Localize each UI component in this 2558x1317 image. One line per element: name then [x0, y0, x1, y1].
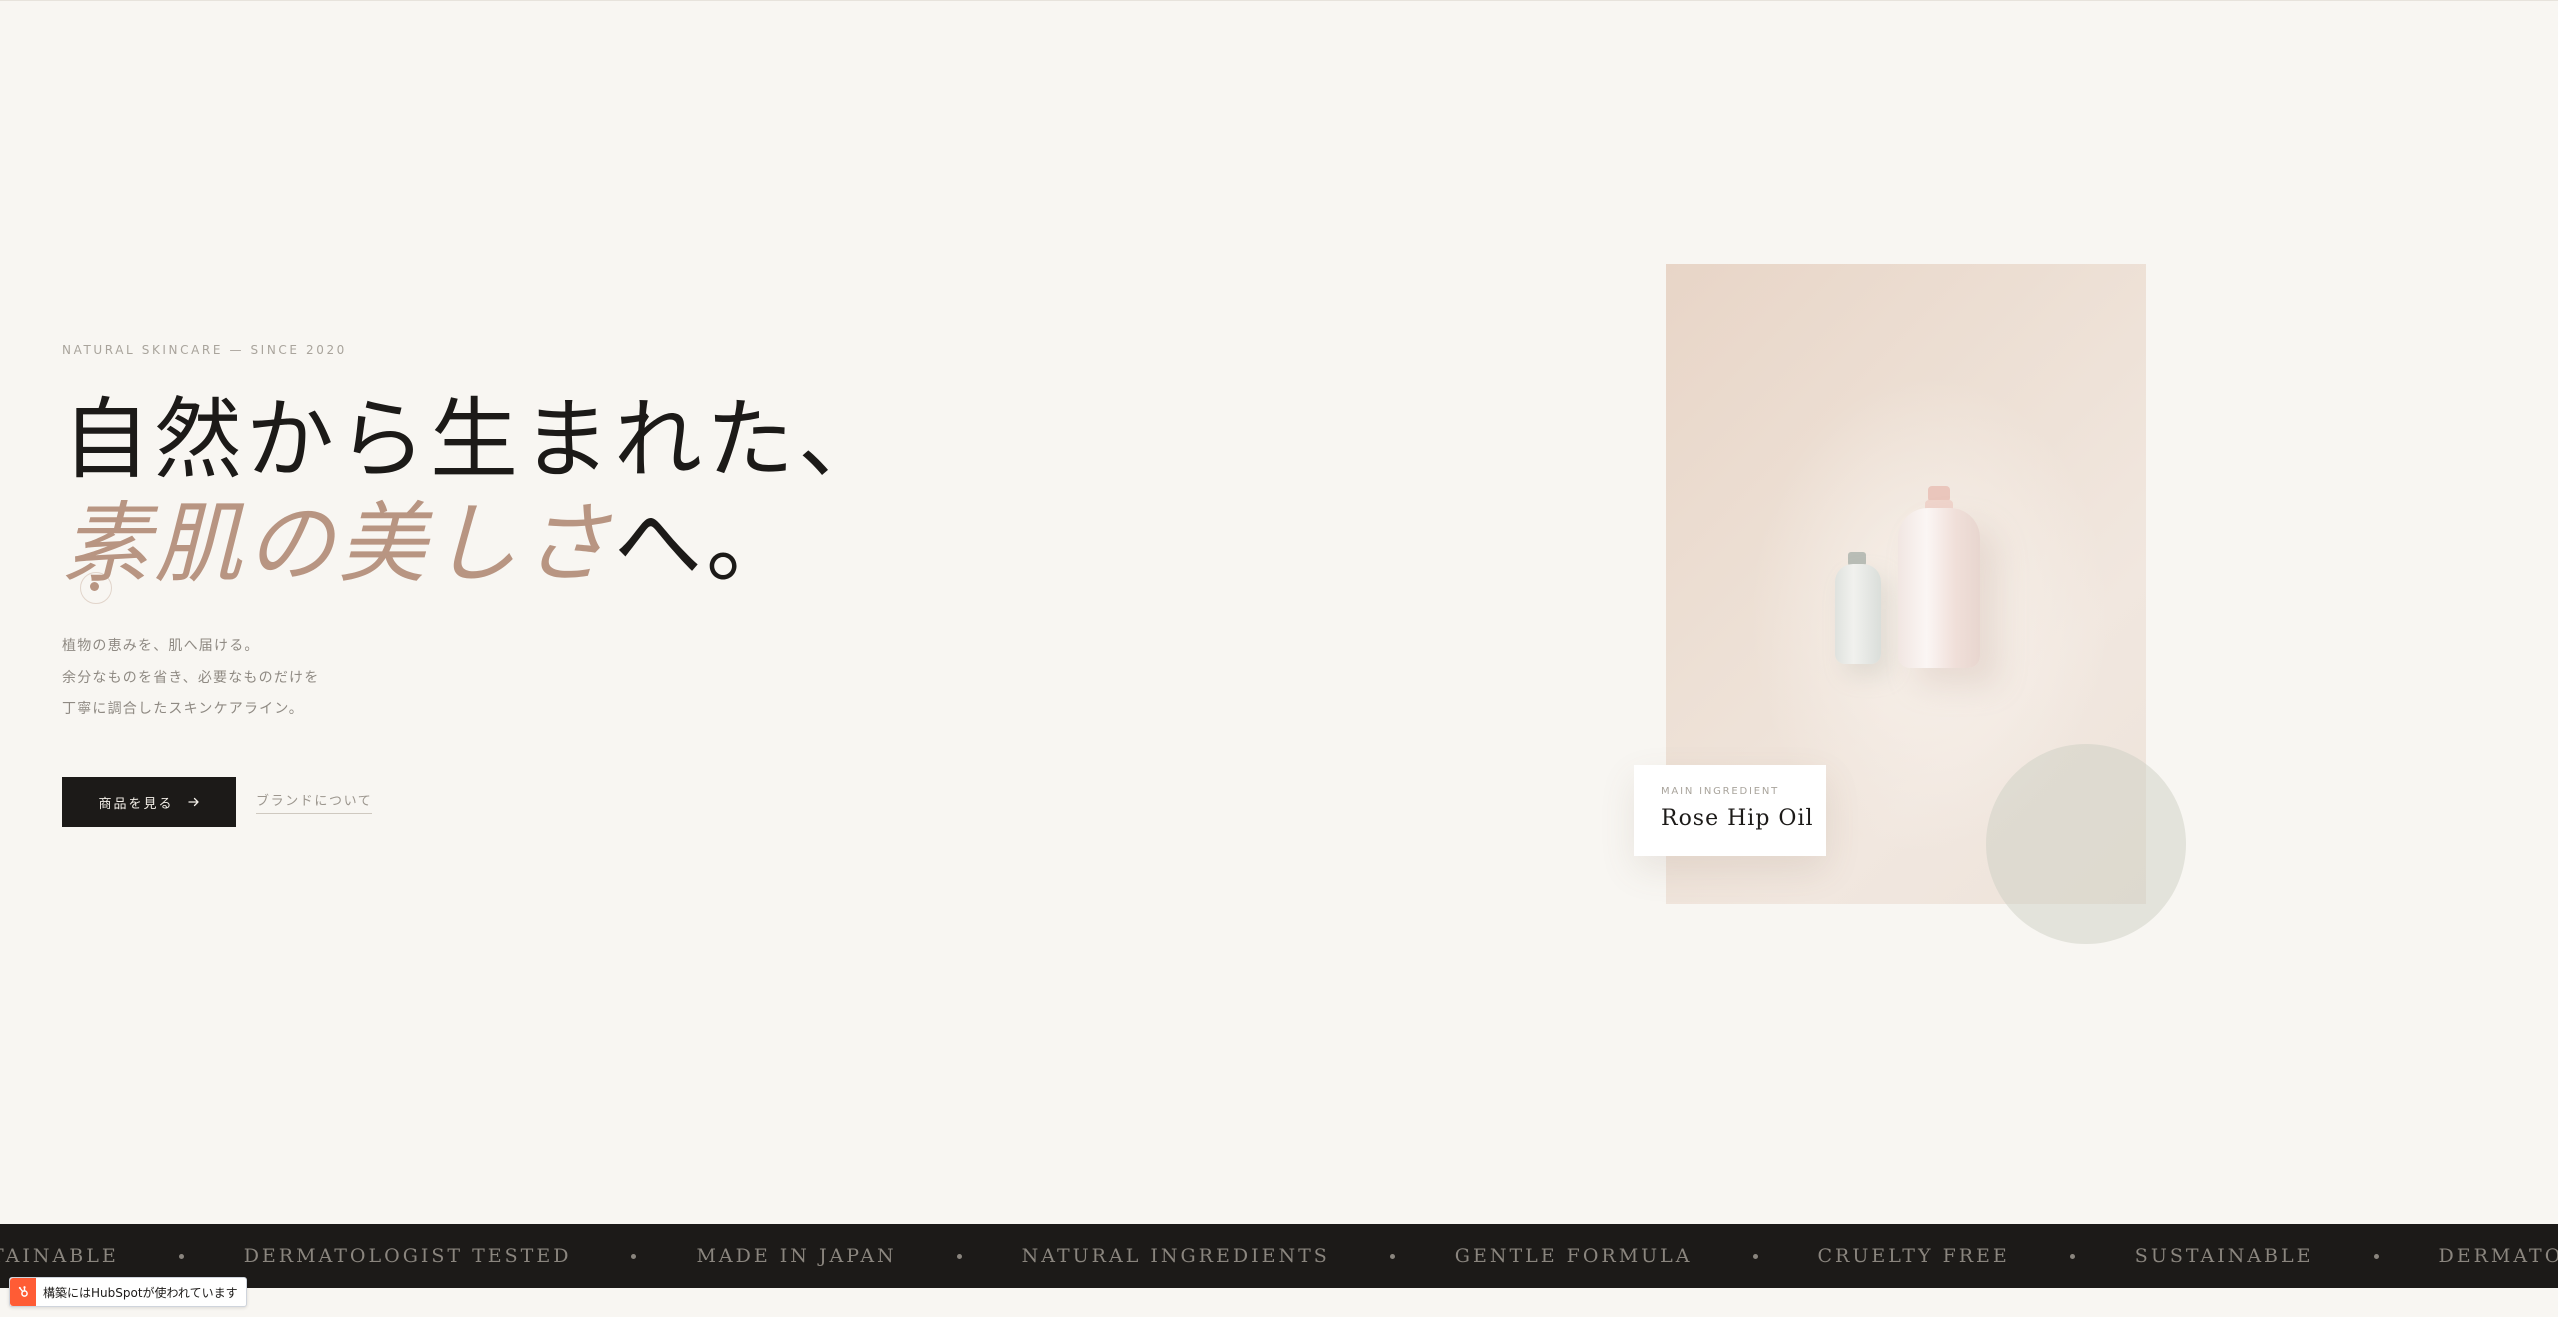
hubspot-badge-text: 構築にはHubSpotが使われています	[43, 1285, 238, 1300]
marquee-item-label: MADE IN JAPAN	[696, 1245, 897, 1267]
headline-accent: 素肌の美しさ	[62, 492, 615, 595]
lead-line: 植物の恵みを、肌へ届ける。	[62, 638, 260, 654]
marquee-item-label: DERMATOLOGIST TESTED	[2438, 1245, 2558, 1267]
view-products-label: 商品を見る	[98, 796, 174, 812]
marquee-item: SUSTAINABLE	[0, 1245, 244, 1267]
separator-dot-icon	[1389, 1253, 1395, 1259]
ingredient-label: MAIN INGREDIENT	[1661, 786, 1780, 797]
arrow-right-icon	[187, 797, 199, 807]
marquee-item: GENTLE FORMULA	[1455, 1245, 1818, 1267]
large-bottle	[1898, 508, 1980, 668]
marquee-item: DERMATOLOGIST TESTED	[2439, 1245, 2558, 1267]
separator-dot-icon	[2373, 1253, 2379, 1259]
marquee-item: NATURAL INGREDIENTS	[1022, 1245, 1455, 1267]
separator-dot-icon	[2069, 1253, 2075, 1259]
hubspot-logo-icon	[10, 1278, 36, 1306]
hero-lead: 植物の恵みを、肌へ届ける。 余分なものを省き、必要なものだけを 丁寧に調合したス…	[62, 631, 319, 726]
lead-line: 余分なものを省き、必要なものだけを	[62, 669, 320, 686]
marquee-item-label: NATURAL INGREDIENTS	[1021, 1245, 1330, 1267]
separator-dot-icon	[1752, 1253, 1758, 1259]
separator-dot-icon	[956, 1253, 962, 1259]
marquee-item-label: SUSTAINABLE	[2134, 1245, 2314, 1267]
headline-line-2-rest: へ。	[614, 492, 799, 595]
marquee-item-label: DERMATOLOGIST TESTED	[243, 1245, 572, 1267]
headline-line-1: 自然から生まれた、	[62, 388, 891, 491]
decorative-circle	[1986, 744, 2186, 944]
marquee-item: MADE IN JAPAN	[696, 1245, 1021, 1267]
view-products-button[interactable]: 商品を見る	[62, 777, 236, 827]
small-bottle	[1835, 564, 1881, 664]
marquee-item: DERMATOLOGIST TESTED	[244, 1245, 697, 1267]
marquee-item-label: GENTLE FORMULA	[1454, 1245, 1693, 1267]
top-divider	[0, 0, 2558, 1]
marquee-item: SUSTAINABLE	[2135, 1245, 2439, 1267]
lead-line: 丁寧に調合したスキンケアライン。	[62, 701, 304, 717]
headline-line-2: 素肌の美しさへ。	[62, 492, 890, 596]
hero-eyebrow: NATURAL SKINCARE — SINCE 2020	[62, 343, 347, 357]
marquee-item-label: CRUELTY FREE	[1817, 1245, 2010, 1267]
marquee-item: CRUELTY FREE	[1818, 1245, 2135, 1267]
separator-dot-icon	[178, 1253, 184, 1259]
feature-marquee: SUSTAINABLE DERMATOLOGIST TESTED MADE IN J…	[0, 1224, 2558, 1288]
cursor-dot	[90, 582, 99, 591]
separator-dot-icon	[631, 1253, 637, 1259]
hero-headline: 自然から生まれた、 素肌の美しさへ。	[62, 388, 890, 596]
marquee-track: SUSTAINABLE DERMATOLOGIST TESTED MADE IN J…	[0, 1224, 2558, 1288]
page: NATURAL SKINCARE — SINCE 2020 自然から生まれた、 …	[0, 0, 2558, 1317]
marquee-item-label: SUSTAINABLE	[0, 1245, 119, 1267]
ingredient-name: Rose Hip Oil	[1661, 806, 1814, 831]
ingredient-card: MAIN INGREDIENT Rose Hip Oil	[1634, 765, 1826, 856]
hubspot-badge[interactable]: 構築にはHubSpotが使われています	[9, 1277, 247, 1307]
about-brand-link[interactable]: ブランドについて	[256, 790, 373, 814]
